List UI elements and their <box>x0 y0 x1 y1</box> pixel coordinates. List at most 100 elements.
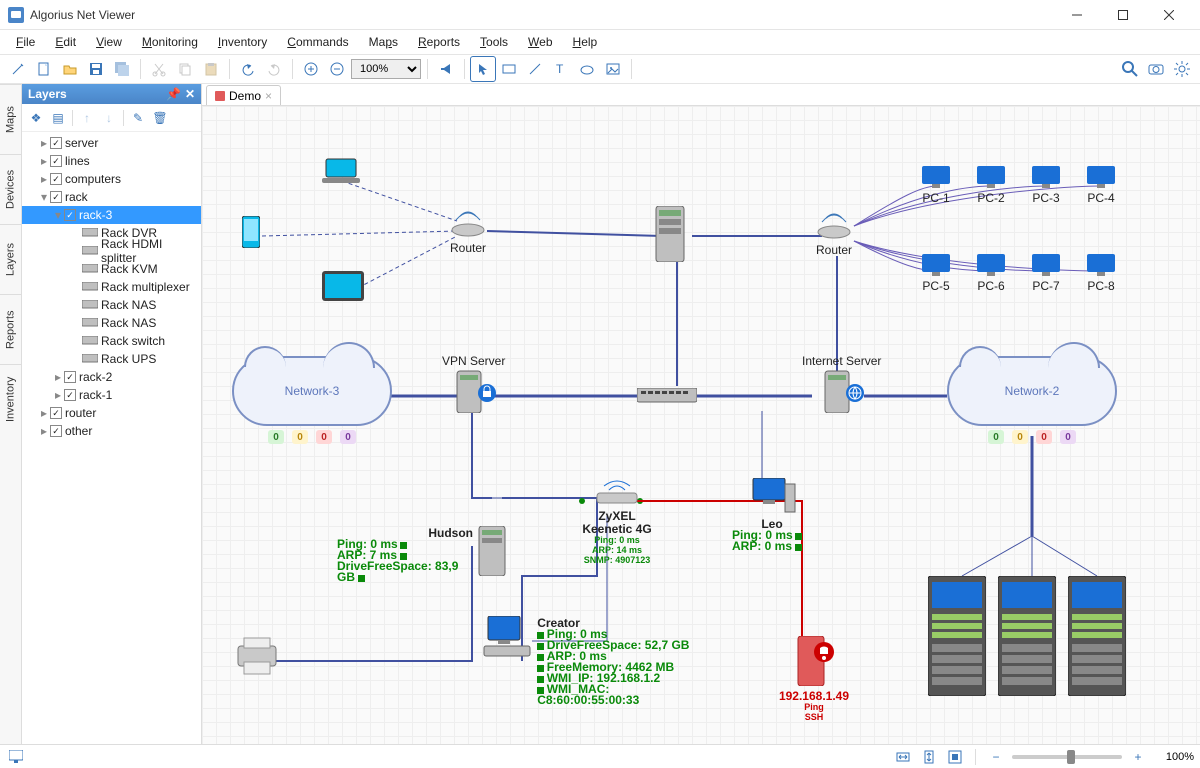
tree-item[interactable]: Rack multiplexer <box>22 278 201 296</box>
tree-twisty-icon[interactable]: ▸ <box>52 370 64 384</box>
node-internet-server[interactable]: Internet Server <box>802 354 881 416</box>
node-pc-1[interactable]: PC-1 <box>922 166 950 204</box>
close-button[interactable] <box>1146 0 1192 30</box>
tree-item[interactable]: ▸rack-2 <box>22 368 201 386</box>
tree-item[interactable]: ▾rack <box>22 188 201 206</box>
image-tool-icon[interactable] <box>601 57 625 81</box>
node-rack-c[interactable] <box>1068 576 1126 699</box>
tree-twisty-icon[interactable]: ▸ <box>52 388 64 402</box>
undo-icon[interactable] <box>236 57 260 81</box>
fit-width-icon[interactable] <box>893 747 913 767</box>
save-icon[interactable] <box>84 57 108 81</box>
tree-checkbox[interactable] <box>50 155 62 167</box>
tree-checkbox[interactable] <box>50 407 62 419</box>
node-zyxel[interactable]: ZyXEL Keenetic 4G Ping: 0 ms ARP: 14 ms … <box>567 478 667 565</box>
zoom-slider[interactable] <box>1012 755 1122 759</box>
tree-item[interactable]: ▸lines <box>22 152 201 170</box>
node-leo[interactable]: Leo Ping: 0 ms ARP: 0 ms <box>732 478 812 552</box>
copy-icon[interactable] <box>173 57 197 81</box>
layer-delete-icon[interactable]: 🗑 <box>150 108 170 128</box>
status-monitor-icon[interactable] <box>6 747 26 767</box>
sidetab-maps[interactable]: Maps <box>0 84 21 154</box>
settings-icon[interactable] <box>1170 57 1194 81</box>
layer-edit-icon[interactable]: ✎ <box>128 108 148 128</box>
zoom-minus-icon[interactable]: − <box>986 747 1006 767</box>
menu-maps[interactable]: Maps <box>361 32 406 52</box>
tree-twisty-icon[interactable]: ▾ <box>52 208 64 222</box>
sidetab-reports[interactable]: Reports <box>0 294 21 364</box>
node-pc-3[interactable]: PC-3 <box>1032 166 1060 204</box>
fit-screen-icon[interactable] <box>945 747 965 767</box>
open-icon[interactable] <box>58 57 82 81</box>
tree-item[interactable]: ▸server <box>22 134 201 152</box>
tree-checkbox[interactable] <box>64 209 76 221</box>
tree-checkbox[interactable] <box>64 389 76 401</box>
cloud-tool-icon[interactable] <box>575 57 599 81</box>
tree-item[interactable]: ▸router <box>22 404 201 422</box>
announce-icon[interactable] <box>434 57 458 81</box>
menu-file[interactable]: File <box>8 32 43 52</box>
node-router-1[interactable]: Router <box>448 208 488 254</box>
layers-stack-icon[interactable]: ❖ <box>26 108 46 128</box>
tree-item[interactable]: ▸other <box>22 422 201 440</box>
node-rack-b[interactable] <box>998 576 1056 699</box>
zoom-select[interactable]: 100% <box>351 59 421 79</box>
node-network-3[interactable]: Network-3 0 0 0 0 <box>232 356 392 444</box>
node-hudson[interactable]: Hudson Ping: 0 ms ARP: 7 ms DriveFreeSpa… <box>337 526 507 583</box>
tree-item[interactable]: Rack HDMI splitter <box>22 242 201 260</box>
node-creator[interactable]: Creator Ping: 0 ms DriveFreeSpace: 52,7 … <box>482 616 712 706</box>
node-pc-5[interactable]: PC-5 <box>922 254 950 292</box>
node-router-2[interactable]: Router <box>814 210 854 256</box>
tree-checkbox[interactable] <box>64 371 76 383</box>
menu-inventory[interactable]: Inventory <box>210 32 275 52</box>
menu-reports[interactable]: Reports <box>410 32 468 52</box>
menu-help[interactable]: Help <box>565 32 606 52</box>
layer-down-icon[interactable]: ↓ <box>99 108 119 128</box>
node-printer[interactable] <box>232 636 282 679</box>
sidetab-inventory[interactable]: Inventory <box>0 364 21 434</box>
menu-monitoring[interactable]: Monitoring <box>134 32 206 52</box>
zoom-out-icon[interactable] <box>325 57 349 81</box>
tree-twisty-icon[interactable]: ▸ <box>38 406 50 420</box>
minimize-button[interactable] <box>1054 0 1100 30</box>
line-tool-icon[interactable] <box>523 57 547 81</box>
pin-icon[interactable]: 📌 <box>166 87 181 101</box>
node-tool-icon[interactable] <box>497 57 521 81</box>
node-pc-7[interactable]: PC-7 <box>1032 254 1060 292</box>
tree-item[interactable]: Rack NAS <box>22 314 201 332</box>
fit-height-icon[interactable] <box>919 747 939 767</box>
tab-demo[interactable]: Demo × <box>206 85 281 105</box>
menu-tools[interactable]: Tools <box>472 32 516 52</box>
map-canvas[interactable]: Router Router PC-1 PC-2 PC-3 PC-4 PC-5 P… <box>202 106 1200 744</box>
node-tablet[interactable] <box>322 271 364 304</box>
redo-icon[interactable] <box>262 57 286 81</box>
paste-icon[interactable] <box>199 57 223 81</box>
tree-twisty-icon[interactable]: ▸ <box>38 154 50 168</box>
node-laptop[interactable] <box>320 156 362 189</box>
node-switch[interactable] <box>637 388 697 407</box>
menu-edit[interactable]: Edit <box>47 32 84 52</box>
tree-checkbox[interactable] <box>50 137 62 149</box>
sidetab-devices[interactable]: Devices <box>0 154 21 224</box>
node-vpn-server[interactable]: VPN Server <box>442 354 505 416</box>
node-rack-a[interactable] <box>928 576 986 699</box>
menu-web[interactable]: Web <box>520 32 560 52</box>
node-alert-server[interactable]: 192.168.1.49 Ping SSH <box>774 636 854 722</box>
panel-close-icon[interactable]: ✕ <box>185 87 195 101</box>
select-tool-icon[interactable] <box>471 57 495 81</box>
search-icon[interactable] <box>1118 57 1142 81</box>
new-doc-icon[interactable] <box>32 57 56 81</box>
node-network-2[interactable]: Network-2 0 0 0 0 <box>947 356 1117 444</box>
menu-commands[interactable]: Commands <box>279 32 356 52</box>
tree-twisty-icon[interactable]: ▸ <box>38 172 50 186</box>
tree-twisty-icon[interactable]: ▾ <box>38 190 50 204</box>
menu-view[interactable]: View <box>88 32 130 52</box>
tree-twisty-icon[interactable]: ▸ <box>38 424 50 438</box>
tree-item[interactable]: ▸computers <box>22 170 201 188</box>
tree-item[interactable]: Rack switch <box>22 332 201 350</box>
tree-checkbox[interactable] <box>50 191 62 203</box>
maximize-button[interactable] <box>1100 0 1146 30</box>
tree-item[interactable]: ▸rack-1 <box>22 386 201 404</box>
tab-close-icon[interactable]: × <box>265 89 272 103</box>
text-tool-icon[interactable]: T <box>549 57 573 81</box>
